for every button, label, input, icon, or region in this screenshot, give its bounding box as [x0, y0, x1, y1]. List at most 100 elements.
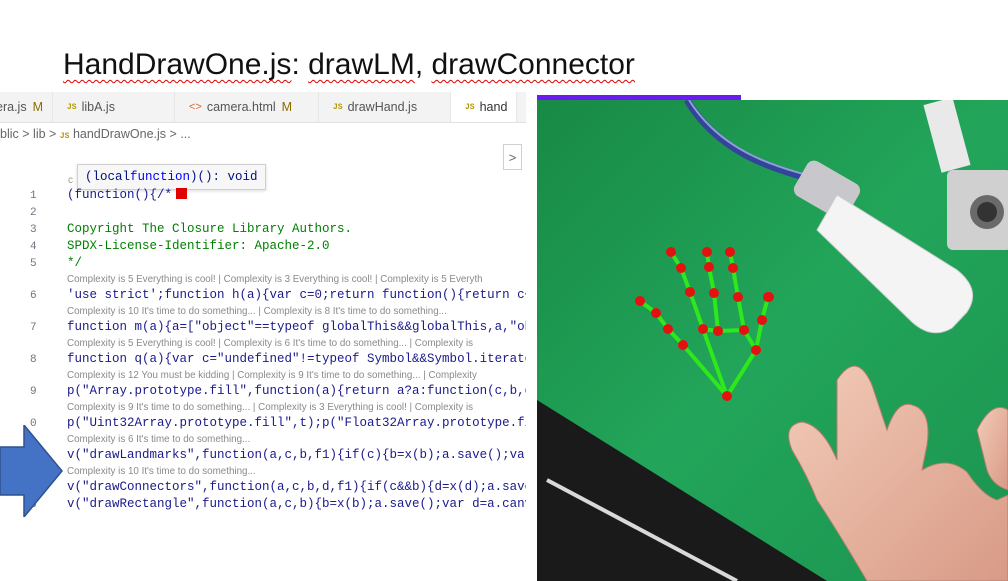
editor-tabs: era.js M JS libA.js <> camera.html M JS …	[0, 92, 526, 123]
line-number: 7	[30, 322, 37, 334]
breadcrumb-file[interactable]: handDrawOne.js	[73, 127, 166, 141]
hand-landmark-point	[722, 391, 732, 401]
slide-title: HandDrawOne.js: drawLM, drawConnector	[63, 48, 635, 82]
expand-panel-button[interactable]: >	[503, 144, 522, 170]
line-number: 2	[30, 207, 37, 219]
breadcrumb-separator: >	[169, 127, 177, 141]
tab-label: camera.html	[206, 100, 276, 114]
modified-badge: M	[32, 100, 43, 114]
hand-landmark-point	[739, 325, 749, 335]
js-file-icon: JS	[59, 132, 70, 141]
line-number: 9	[30, 386, 37, 398]
tab-handdrawone-js[interactable]: JS hand	[451, 92, 518, 122]
right-arrow-icon	[0, 425, 63, 517]
code-text-content: (function(){/*	[67, 188, 173, 202]
tab-label: drawHand.js	[347, 100, 418, 114]
code-line: 4 SPDX-License-Identifier: Apache-2.0	[0, 239, 526, 256]
hand-landmark-point	[635, 296, 645, 306]
hand-landmark-point	[685, 287, 695, 297]
breadcrumb-separator: >	[49, 127, 57, 141]
breakpoint-marker-icon	[176, 188, 188, 199]
complexity-hint-text: Complexity is 12 You must be kidding | C…	[67, 370, 477, 381]
hand-landmark-point	[713, 326, 723, 336]
code-text: v("drawConnectors",function(a,c,b,d,f1){…	[67, 480, 526, 494]
code-text: (function(){/*	[67, 188, 188, 202]
code-line: 9 p("Array.prototype.fill",function(a){re…	[0, 384, 526, 401]
code-text: SPDX-License-Identifier: Apache-2.0	[67, 239, 330, 253]
code-line: v("drawConnectors",function(a,c,b,d,f1){…	[0, 480, 526, 497]
hand-landmark-point	[728, 263, 738, 273]
code-line: 5 */	[0, 256, 526, 273]
code-line: 1 (function(){/*	[0, 188, 526, 205]
tab-label: libA.js	[81, 100, 115, 114]
hand-landmark-point	[666, 247, 676, 257]
complexity-hint-text: Complexity is 9 It's time to do somethin…	[67, 402, 474, 413]
code-line: 2	[0, 205, 526, 222]
code-text-content: function m(a){a=["object"==typeof global…	[67, 320, 526, 334]
tab-liba-js[interactable]: JS libA.js	[53, 92, 175, 122]
code-text-content: 'use strict';function h(a){var c=0;retur…	[67, 288, 526, 302]
complexity-hint: Complexity is 10 It's time to do somethi…	[0, 466, 526, 480]
code-line: 3v("drawRectangle",function(a,c,b){b=x(b…	[0, 497, 526, 514]
hand-landmark-point	[757, 315, 767, 325]
title-part-file: HandDrawOne.js	[63, 48, 292, 81]
line-number: 1	[30, 190, 37, 202]
complexity-hint-text: Complexity is 10 It's time to do somethi…	[67, 466, 256, 477]
hand-landmark-point	[678, 340, 688, 350]
code-text-content: v("drawLandmarks",function(a,c,b,f1){if(…	[67, 448, 526, 462]
breadcrumb-more[interactable]: ...	[180, 127, 190, 141]
code-text: Copyright The Closure Library Authors.	[67, 222, 352, 236]
hover-tooltip: (local function)(): void	[77, 164, 266, 190]
tooltip-keyword: function	[130, 170, 191, 184]
code-text-content: p("Uint32Array.prototype.fill",t);p("Flo…	[67, 416, 526, 430]
hand-landmark-point	[725, 247, 735, 257]
breadcrumb: blic > lib > JS handDrawOne.js > ...	[0, 127, 191, 141]
tab-camera-js[interactable]: era.js M	[0, 92, 53, 122]
complexity-hint: Complexity is 5 Everything is cool! | Co…	[0, 274, 526, 288]
title-part-drawlm: drawLM	[308, 48, 415, 81]
complexity-hint: Complexity is 5 Everything is cool! | Co…	[0, 338, 526, 352]
chevron-right-icon: >	[508, 149, 517, 165]
breadcrumb-folder-public[interactable]: blic	[0, 127, 19, 141]
complexity-hint: Complexity is 12 You must be kidding | C…	[0, 370, 526, 384]
hand-landmark-point	[704, 262, 714, 272]
line-number: 8	[30, 354, 37, 366]
code-text: p("Array.prototype.fill",function(a){ret…	[67, 384, 526, 398]
complexity-hint: Complexity is 6 It's time to do somethin…	[0, 434, 526, 448]
hand-landmark-point	[733, 292, 743, 302]
complexity-hint: Complexity is 9 It's time to do somethin…	[0, 402, 526, 416]
complexity-hint-text: Complexity is 5 Everything is cool! | Co…	[67, 274, 483, 285]
breadcrumb-folder-lib[interactable]: lib	[33, 127, 46, 141]
hand-landmark-point	[676, 263, 686, 273]
js-file-icon: JS	[465, 102, 475, 112]
line-number: 5	[30, 258, 37, 270]
modified-badge: M	[281, 100, 293, 114]
tab-camera-html[interactable]: <> camera.html M	[175, 92, 319, 122]
hand-landmark-point	[663, 324, 673, 334]
js-file-icon: JS	[333, 102, 343, 112]
code-text: function m(a){a=["object"==typeof global…	[67, 320, 526, 334]
code-text-content: function q(a){var c="undefined"!=typeof …	[67, 352, 526, 366]
hand-landmark-point	[651, 308, 661, 318]
code-text: 'use strict';function h(a){var c=0;retur…	[67, 288, 526, 302]
code-line: 7 function m(a){a=["object"==typeof globa…	[0, 320, 526, 337]
tab-label: era.js	[0, 100, 27, 114]
breadcrumb-separator: >	[22, 127, 30, 141]
code-text-content: v("drawRectangle",function(a,c,b){b=x(b)…	[67, 497, 526, 511]
code-text: v("drawRectangle",function(a,c,b){b=x(b)…	[67, 497, 526, 511]
complexity-hint: Complexity is 10 It's time to do somethi…	[0, 306, 526, 320]
code-text-content: */	[67, 256, 83, 270]
title-part-sep1: :	[291, 48, 309, 81]
code-text: function q(a){var c="undefined"!=typeof …	[67, 352, 526, 366]
tab-drawhand-js[interactable]: JS drawHand.js	[319, 92, 451, 122]
js-file-icon: JS	[67, 102, 77, 112]
code-line: 6 'use strict';function h(a){var c=0;retu…	[0, 288, 526, 305]
code-line: 3 Copyright The Closure Library Authors.	[0, 222, 526, 239]
hand-landmark-point	[698, 324, 708, 334]
title-part-drawconnector: drawConnector	[431, 48, 635, 81]
code-text: */	[67, 256, 82, 270]
code-text: v("drawLandmarks",function(a,c,b,f1){if(…	[67, 448, 526, 462]
complexity-hint-text: Complexity is 6 It's time to do somethin…	[67, 434, 251, 445]
line-number: 3	[30, 224, 37, 236]
html-file-icon: <>	[189, 101, 202, 113]
